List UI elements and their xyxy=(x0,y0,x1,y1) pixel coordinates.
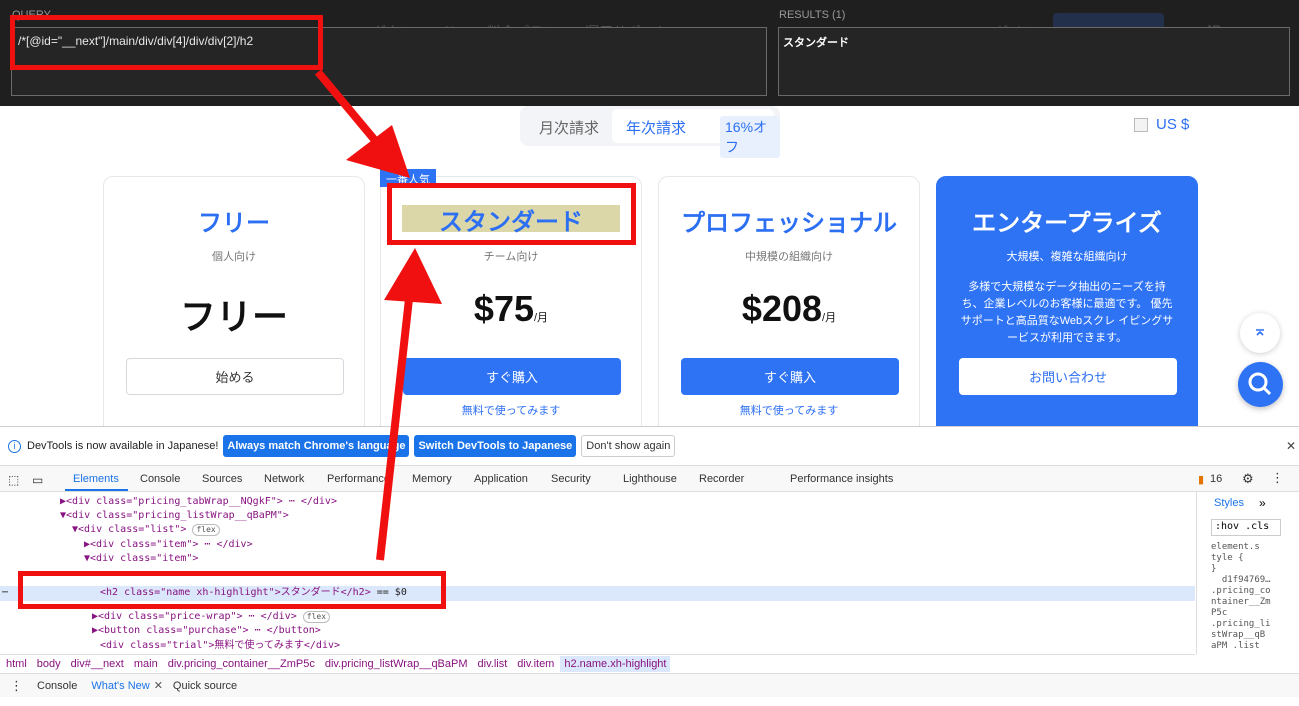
annotation-arrows xyxy=(314,69,442,561)
